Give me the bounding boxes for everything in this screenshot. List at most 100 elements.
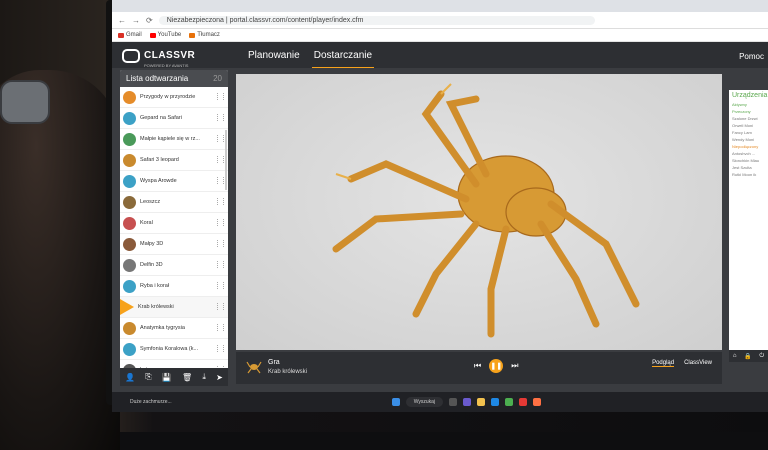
drag-handle-icon[interactable]	[217, 240, 224, 247]
playlist-item[interactable]: Koral	[120, 213, 228, 234]
playlist-item[interactable]: Przygody w przyrodzie	[120, 87, 228, 108]
drag-handle-icon[interactable]	[217, 261, 224, 268]
device-item[interactable]: Słonchkin Miau	[729, 157, 768, 164]
back-icon[interactable]: ←	[118, 16, 126, 25]
teams-icon[interactable]	[463, 398, 472, 406]
playlist-item-title: Ryba i korał	[140, 283, 170, 289]
browser-tabstrip	[112, 0, 768, 12]
power-icon[interactable]: ⏻	[759, 353, 764, 360]
weather-widget[interactable]: Duże zachmurze...	[130, 399, 172, 405]
drag-handle-icon[interactable]	[217, 324, 224, 331]
pause-button[interactable]: ❚❚	[489, 359, 504, 373]
tab-planning[interactable]: Planowanie	[246, 44, 302, 69]
download-icon[interactable]: ⤓	[202, 372, 206, 382]
content-thumbnail	[123, 111, 136, 125]
content-thumbnail	[123, 216, 136, 230]
playlist-item[interactable]: Małpie kąpiele się w rz...	[120, 129, 228, 150]
device-item[interactable]: Rutki Moon ik	[729, 171, 768, 178]
playlist-item[interactable]: Wyspa Arowde	[120, 171, 228, 192]
logo: CLASSVR POWERED BY AVANTIS	[112, 45, 232, 68]
drag-handle-icon[interactable]	[217, 135, 224, 142]
windows-start-icon[interactable]	[391, 398, 400, 406]
content-thumbnail	[123, 153, 136, 167]
home-icon[interactable]: ⌂	[733, 353, 737, 359]
playlist-item-title: Delfin 3D	[140, 262, 163, 268]
taskbar: Duże zachmurze... Wyszukaj	[112, 392, 768, 412]
translate-icon	[189, 32, 196, 38]
drag-handle-icon[interactable]	[217, 282, 224, 289]
drag-handle-icon[interactable]	[217, 198, 224, 205]
drag-handle-icon[interactable]	[217, 177, 224, 184]
playlist-item[interactable]: Anatymka tygrysia	[120, 318, 228, 339]
bookmark-translate[interactable]: Tłumacz	[189, 32, 220, 38]
playlist-item-title: Gepard na Safari	[140, 115, 182, 121]
playlist-item[interactable]: Gepard na Safari	[120, 108, 228, 129]
user-icon[interactable]: 👤	[125, 373, 135, 382]
send-icon[interactable]: ➤	[216, 373, 223, 382]
forward-icon[interactable]: →	[132, 16, 140, 25]
playlist-item-title: Małpy 3D	[140, 241, 164, 247]
playlist-item[interactable]: Małpy 3D	[120, 234, 228, 255]
brave-icon[interactable]	[533, 398, 542, 406]
playlist-item-title: Koral	[140, 220, 153, 226]
king-crab-model	[332, 83, 640, 338]
device-item[interactable]: Przeczony	[729, 108, 768, 115]
devices-panel: Urządzenia Aktywny Przeczony Szalone Drzwi…	[729, 90, 768, 358]
help-link[interactable]: Pomoc	[739, 52, 764, 61]
playlist-item-title: Leoszcz	[140, 199, 161, 205]
copy-icon[interactable]: ⎘	[145, 372, 151, 382]
playlist-item-title: Przygody w przyrodzie	[140, 94, 196, 100]
bookmarks-bar: Gmail YouTube Tłumacz	[112, 29, 768, 42]
playlist-item-title: Wyspa Arowde	[140, 178, 177, 184]
save-icon[interactable]: 💾	[162, 373, 172, 382]
playlist-item[interactable]: Delfin 3D	[120, 255, 228, 276]
tab-delivery[interactable]: Dostarczanie	[311, 44, 375, 69]
task-view-icon[interactable]	[449, 398, 458, 406]
device-item[interactable]: Fancy Lam	[729, 129, 768, 136]
device-item[interactable]: Antoshvch ...	[729, 150, 768, 157]
content-thumbnail	[123, 258, 136, 272]
drag-handle-icon[interactable]	[217, 156, 224, 163]
folder-icon[interactable]	[477, 398, 486, 406]
next-icon[interactable]: ⏭	[511, 361, 518, 371]
reload-icon[interactable]: ⟳	[146, 16, 153, 25]
drag-handle-icon[interactable]	[217, 219, 224, 226]
playlist-item[interactable]: Krab królewski	[120, 297, 228, 318]
playlist-item[interactable]: Ryba i korał	[120, 276, 228, 297]
previous-icon[interactable]: ⏮	[474, 361, 481, 371]
tab-preview[interactable]: Podgląd	[652, 360, 675, 367]
device-item[interactable]: Aktywny	[729, 101, 768, 108]
device-item[interactable]: Orwell Moni	[729, 122, 768, 129]
delete-icon[interactable]: 🗑	[182, 373, 192, 382]
device-item[interactable]: Niepodłączony	[729, 143, 768, 150]
app-icon[interactable]	[519, 398, 528, 406]
device-item[interactable]: Szalone Drzwi	[729, 115, 768, 122]
playlist-header: Lista odtwarzania 20	[120, 70, 228, 87]
content-thumbnail	[123, 279, 136, 293]
tab-classview[interactable]: ClassView	[684, 360, 712, 367]
vr-headset	[0, 80, 50, 124]
device-item[interactable]: Wendy Moni	[729, 136, 768, 143]
taskbar-search[interactable]: Wyszukaj	[405, 397, 444, 407]
playback-controls: ⏮ ❚❚ ⏭	[474, 359, 518, 373]
playlist-panel: Lista odtwarzania 20 Przygody w przyrodz…	[120, 70, 228, 370]
address-bar[interactable]: Niezabezpieczona | portal.classvr.com/co…	[158, 15, 595, 25]
drag-handle-icon[interactable]	[217, 114, 224, 121]
main-area: Lista odtwarzania 20 Przygody w przyrodz…	[112, 68, 768, 392]
playlist-item[interactable]: Safari 3 leopard	[120, 150, 228, 171]
lock-icon[interactable]: 🔒	[744, 353, 751, 360]
bookmark-gmail[interactable]: Gmail	[118, 32, 142, 38]
edge-icon[interactable]	[491, 398, 500, 406]
bookmark-youtube[interactable]: YouTube	[149, 32, 181, 38]
3d-viewer[interactable]	[236, 74, 722, 350]
playlist-item[interactable]: Leoszcz	[120, 192, 228, 213]
device-item[interactable]: Jest Szulta	[729, 164, 768, 171]
chrome-icon[interactable]	[505, 398, 514, 406]
drag-handle-icon[interactable]	[217, 303, 224, 310]
view-modes: Podgląd ClassView	[652, 360, 712, 367]
drag-handle-icon[interactable]	[217, 345, 224, 352]
taskbar-apps: Wyszukaj	[391, 397, 542, 407]
playlist-scrollbar[interactable]	[225, 130, 227, 190]
playlist-item[interactable]: Symfonia Koralowa (k...	[120, 339, 228, 360]
drag-handle-icon[interactable]	[217, 93, 224, 100]
